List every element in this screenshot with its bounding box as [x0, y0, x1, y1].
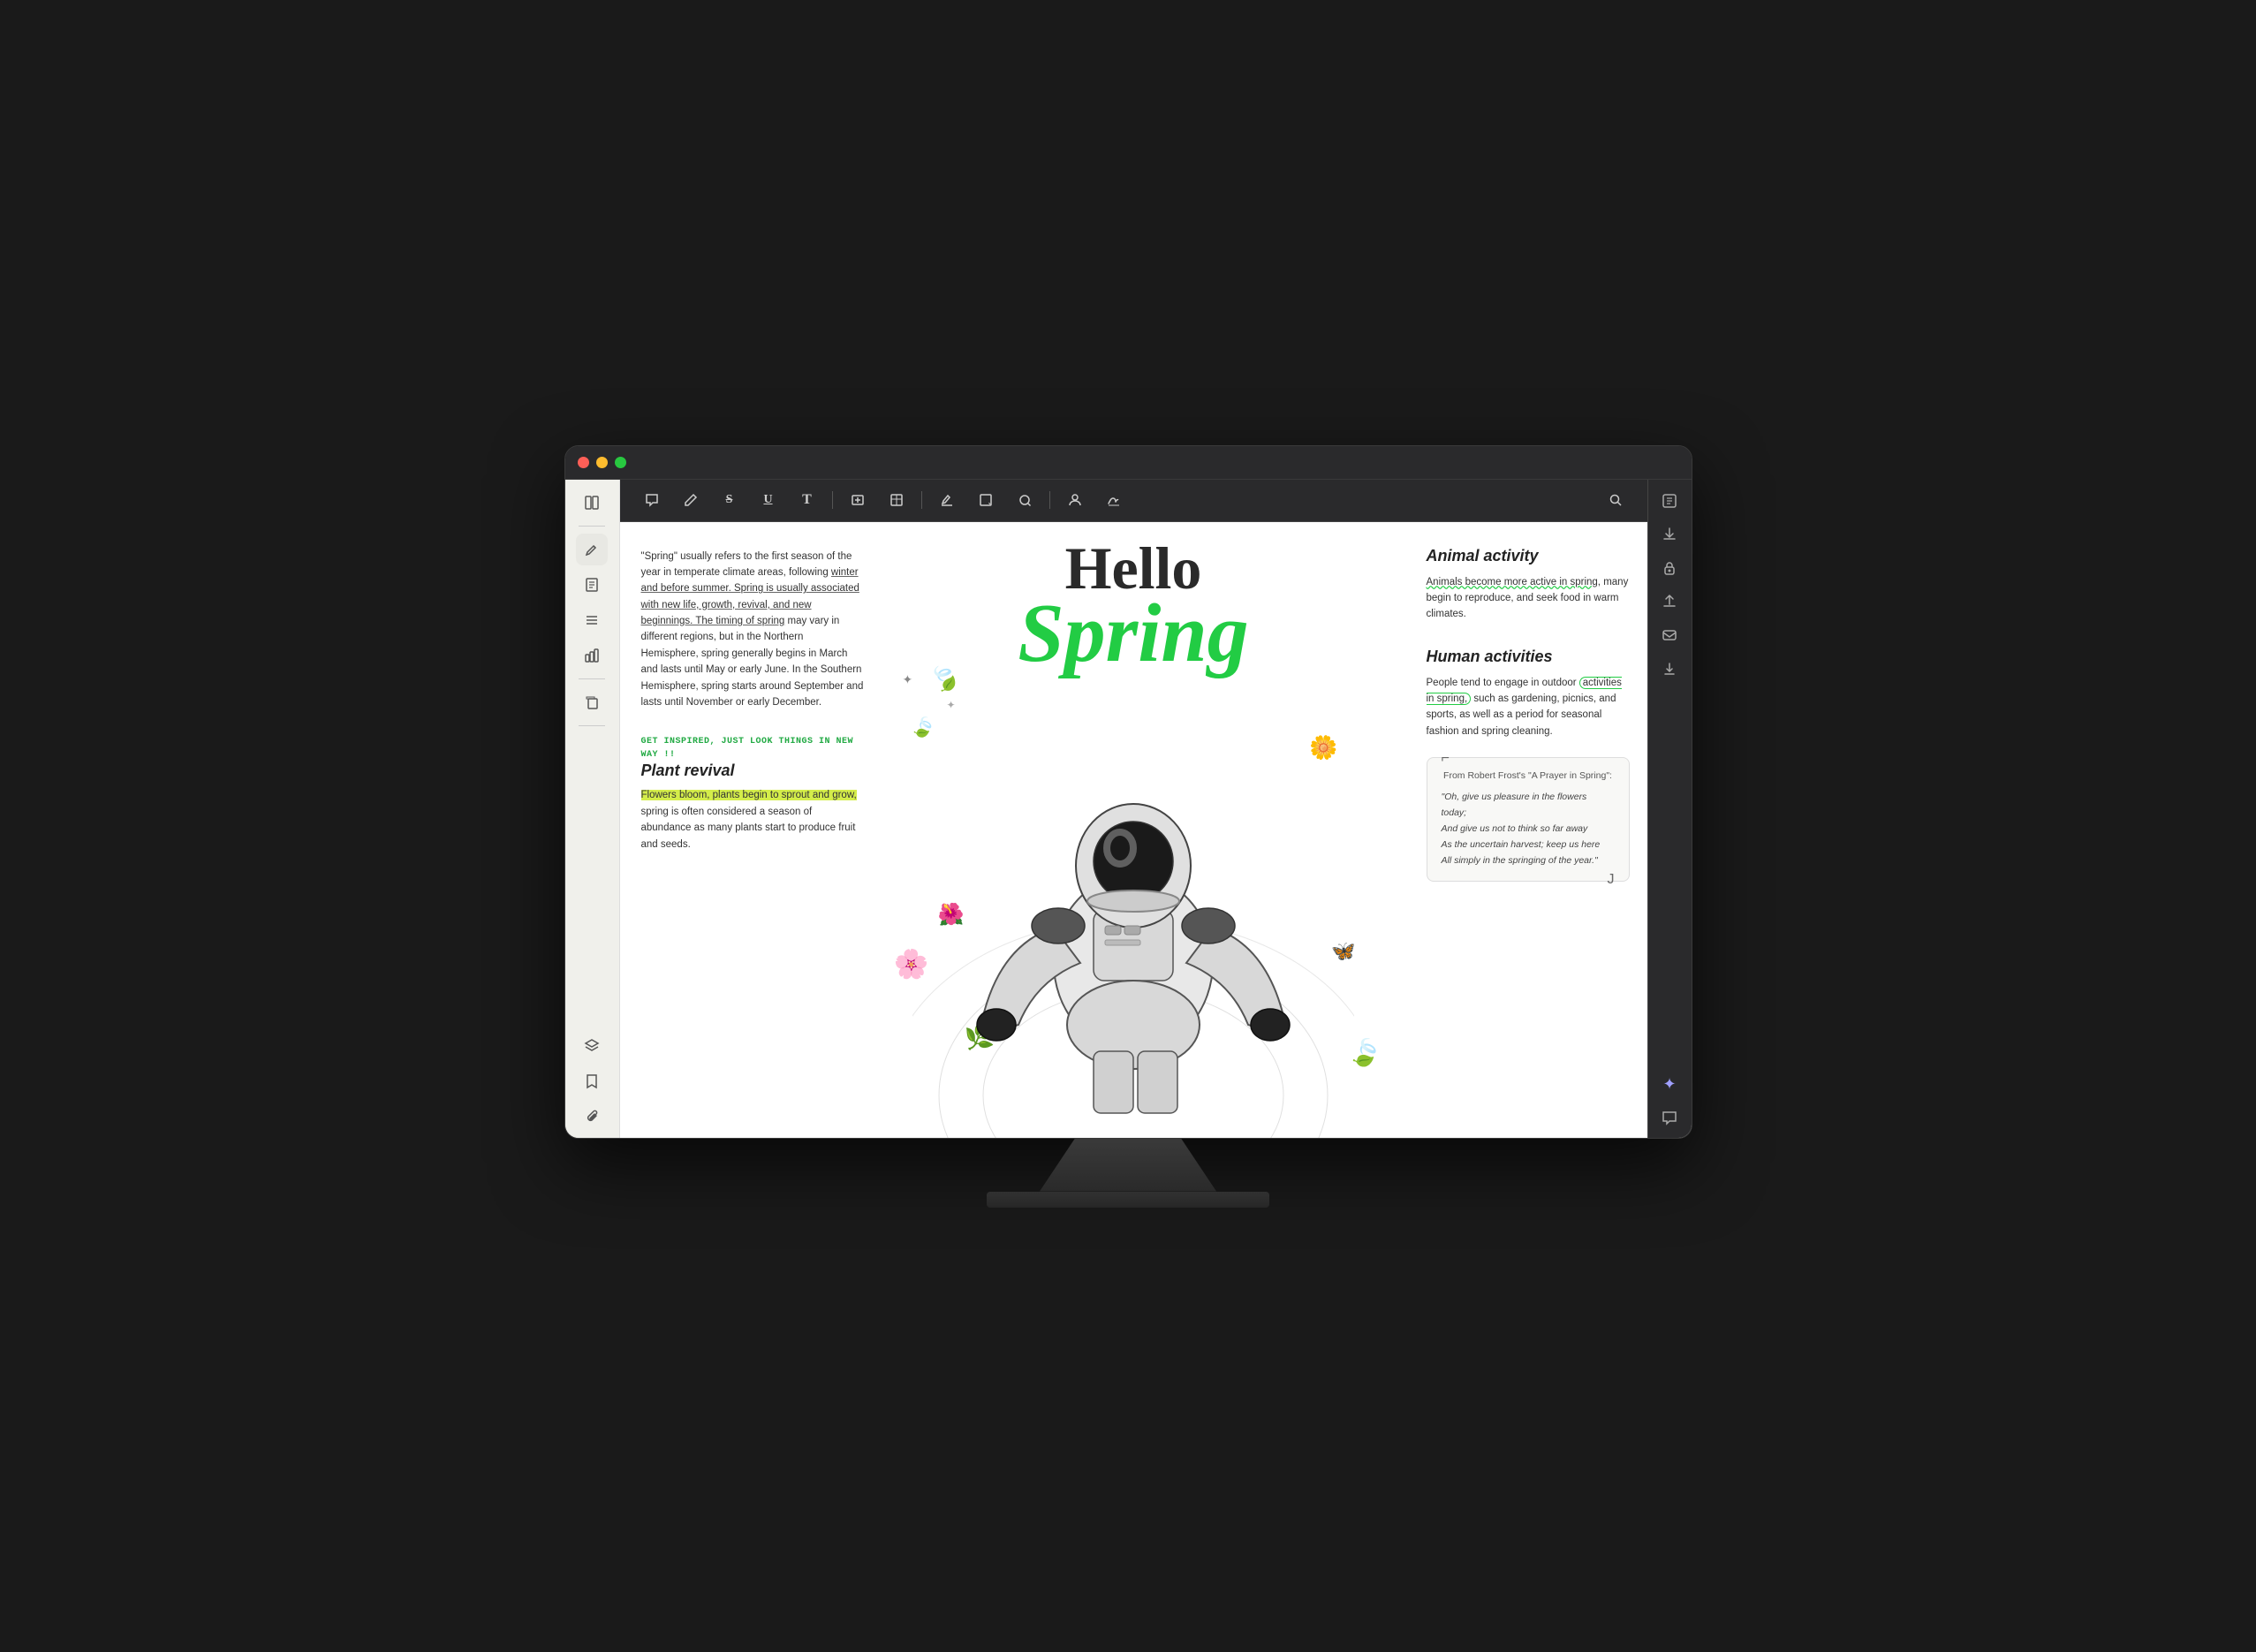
animal-activity-text: Animals become more active in spring, ma… [1427, 574, 1630, 623]
right-sidebar-download-btn[interactable] [1655, 655, 1684, 683]
right-sidebar-ai-btn[interactable]: ✦ [1655, 1071, 1684, 1099]
left-column: "Spring" usually refers to the first sea… [620, 522, 885, 1139]
right-sidebar-export-btn[interactable] [1655, 520, 1684, 549]
butterfly-deco: 🦋 [1331, 940, 1355, 963]
pink-flower-deco: 🌺 [938, 902, 965, 928]
monitor-screen: S U T [564, 445, 1692, 1139]
activities-highlighted: activities in spring, [1427, 677, 1622, 705]
sidebar-divider-2 [579, 678, 605, 679]
inspired-text: Get inspired, just look things in new wa… [641, 735, 864, 762]
toolbar-font-btn[interactable]: T [793, 486, 821, 514]
animal-text-underlined: Animals become more active in spring, [1427, 577, 1601, 587]
left-sidebar [565, 480, 620, 1139]
toolbar-freehand-btn[interactable] [1011, 486, 1039, 514]
toolbar-shape-btn[interactable] [972, 486, 1000, 514]
toolbar: S U T [620, 480, 1647, 522]
right-sidebar: ✦ [1647, 480, 1692, 1139]
plant-text: Flowers bloom, plants begin to sprout an… [641, 787, 864, 853]
quote-source: From Robert Frost's "A Prayer in Spring"… [1442, 770, 1615, 781]
toolbar-highlight-btn[interactable] [933, 486, 961, 514]
animal-activity-title: Animal activity [1427, 547, 1630, 565]
hello-spring-heading: Hello Spring [859, 540, 1409, 671]
toolbar-table-btn[interactable] [882, 486, 911, 514]
right-sidebar-mail-btn[interactable] [1655, 621, 1684, 649]
sidebar-icon-copy[interactable] [576, 686, 608, 718]
highlighted-plant-text: Flowers bloom, plants begin to sprout an… [641, 790, 857, 800]
toolbar-underline-btn[interactable]: U [754, 486, 783, 514]
toolbar-comment-btn[interactable] [638, 486, 666, 514]
toolbar-sep-1 [832, 491, 833, 509]
sidebar-icon-pages[interactable] [576, 569, 608, 601]
title-bar [565, 446, 1692, 480]
plant-text-normal: spring is often considered a season of a… [641, 807, 856, 850]
underlined-intro: winter and before summer. Spring is usua… [641, 567, 859, 626]
spring-text: Spring [859, 596, 1409, 671]
minimize-button[interactable] [596, 457, 608, 468]
maximize-button[interactable] [615, 457, 626, 468]
sidebar-icon-list[interactable] [576, 604, 608, 636]
monitor-base [987, 1192, 1269, 1208]
content-wrapper: S U T [620, 480, 1647, 1139]
sidebar-icon-layers[interactable] [576, 1030, 608, 1062]
intro-text: "Spring" usually refers to the first sea… [641, 549, 864, 711]
astronaut-svg [965, 680, 1301, 1139]
flower-right-1: 🌼 [1309, 734, 1337, 762]
sidebar-divider-3 [579, 725, 605, 726]
toolbar-sign-btn[interactable] [1100, 486, 1128, 514]
close-button[interactable] [578, 457, 589, 468]
quote-text: "Oh, give us pleasure in the flowers tod… [1442, 790, 1615, 868]
monitor-stand [1040, 1139, 1216, 1192]
sidebar-icon-panel[interactable] [576, 487, 608, 519]
sidebar-icon-attach[interactable] [576, 1101, 608, 1133]
toolbar-sep-3 [1049, 491, 1050, 509]
right-sidebar-ocr-btn[interactable] [1655, 487, 1684, 515]
right-sidebar-chat-btn[interactable] [1655, 1104, 1684, 1133]
sidebar-icon-bookmark[interactable] [576, 1065, 608, 1097]
sidebar-icon-edit[interactable] [576, 534, 608, 565]
quote-box: From Robert Frost's "A Prayer in Spring"… [1427, 757, 1630, 882]
toolbar-person-btn[interactable] [1061, 486, 1089, 514]
toolbar-textbox-btn[interactable] [844, 486, 872, 514]
toolbar-strikethrough-btn[interactable]: S [715, 486, 744, 514]
right-sidebar-share-btn[interactable] [1655, 587, 1684, 616]
toolbar-sep-2 [921, 491, 922, 509]
sidebar-icon-chart[interactable] [576, 640, 608, 671]
monitor-container: S U T [0, 445, 2256, 1208]
right-sidebar-lock-btn[interactable] [1655, 554, 1684, 582]
toolbar-search-btn[interactable] [1601, 486, 1630, 514]
star-deco-2: ✦ [947, 699, 956, 711]
human-activities-title: Human activities [1427, 648, 1630, 666]
sidebar-divider-1 [579, 526, 605, 527]
human-activities-text: People tend to engage in outdoor activit… [1427, 675, 1630, 740]
plant-revival-section: Get inspired, just look things in new wa… [641, 735, 864, 853]
toolbar-pen-btn[interactable] [677, 486, 705, 514]
star-deco-1: ✦ [903, 672, 913, 687]
yellow-leaf-deco: 🍃 [908, 713, 939, 743]
right-column: Animal activity Animals become more acti… [1409, 522, 1647, 1139]
app-body: S U T [565, 480, 1692, 1139]
plant-revival-title: Plant revival [641, 762, 864, 780]
orange-flower-deco: 🌸 [894, 947, 929, 981]
center-area: Hello Spring [859, 522, 1409, 1139]
page-content: "Spring" usually refers to the first sea… [620, 522, 1647, 1139]
